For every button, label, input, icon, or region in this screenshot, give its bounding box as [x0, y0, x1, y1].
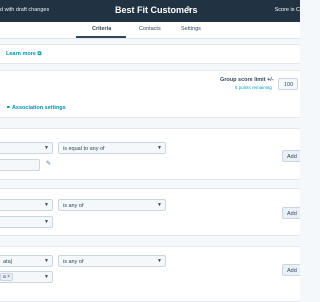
add-button[interactable]: Add — [282, 207, 300, 219]
chevron-down-icon: ▼ — [157, 258, 162, 264]
chevron-down-icon: ▼ — [44, 258, 49, 264]
group-score-label: Group score limit +/- — [220, 77, 274, 83]
selected-value-tag: a × — [0, 273, 14, 281]
add-button[interactable]: Add — [282, 150, 300, 162]
chevron-down-icon: ▼ — [157, 145, 162, 151]
property-dropdown[interactable]: ata) ▼ — [0, 255, 53, 267]
group-settings-panel: Group score limit +/- 5 points remaining… — [0, 70, 300, 118]
learn-more-link[interactable]: Learn more ⧉ — [6, 51, 41, 58]
rule-card: ▼ is equal to any of ▼ Add ✎ — [0, 128, 300, 180]
chevron-down-icon: ▼ — [44, 145, 49, 151]
chevron-down-icon: ▼ — [44, 274, 49, 280]
pencil-icon[interactable]: ✎ — [46, 160, 51, 167]
link-icon: ⚭ — [6, 105, 11, 111]
chevron-down-icon: ▼ — [44, 202, 49, 208]
rule-card: ▼ is any of ▼ Add ▼ — [0, 188, 300, 236]
add-button[interactable]: Add — [282, 264, 300, 276]
tab-settings[interactable]: Settings — [181, 26, 201, 32]
property-dropdown[interactable]: ▼ — [0, 199, 53, 211]
active-tab-indicator — [76, 36, 126, 38]
tab-bar: Criteria Contacts Settings — [0, 22, 300, 39]
pencil-icon[interactable]: ✎ — [186, 5, 192, 13]
tab-criteria[interactable]: Criteria — [92, 26, 111, 32]
chevron-down-icon: ▼ — [44, 219, 49, 225]
value-dropdown[interactable]: ▼ — [0, 216, 53, 228]
operator-dropdown[interactable]: is any of ▼ — [58, 199, 166, 211]
operator-dropdown[interactable]: is equal to any of ▼ — [58, 142, 166, 154]
close-icon[interactable]: × — [7, 274, 10, 280]
rule-card: ata) ▼ is any of ▼ Add ▼ a × — [0, 246, 300, 302]
score-status-text: Score is C — [274, 7, 300, 13]
points-remaining-text: 5 points remaining — [235, 85, 272, 90]
draft-status-text: d with draft changes — [0, 7, 50, 13]
chevron-down-icon: ▼ — [157, 202, 162, 208]
operator-dropdown[interactable]: is any of ▼ — [58, 255, 166, 267]
value-dropdown[interactable] — [0, 159, 40, 171]
top-bar: d with draft changes Best Fit Customers … — [0, 0, 300, 22]
tab-contacts[interactable]: Contacts — [139, 26, 161, 32]
group-score-input[interactable]: 100 — [278, 78, 298, 90]
property-dropdown[interactable]: ▼ — [0, 142, 53, 154]
association-settings-link[interactable]: ⚭ Association settings — [6, 105, 66, 111]
intro-panel: Learn more ⧉ — [0, 44, 300, 64]
